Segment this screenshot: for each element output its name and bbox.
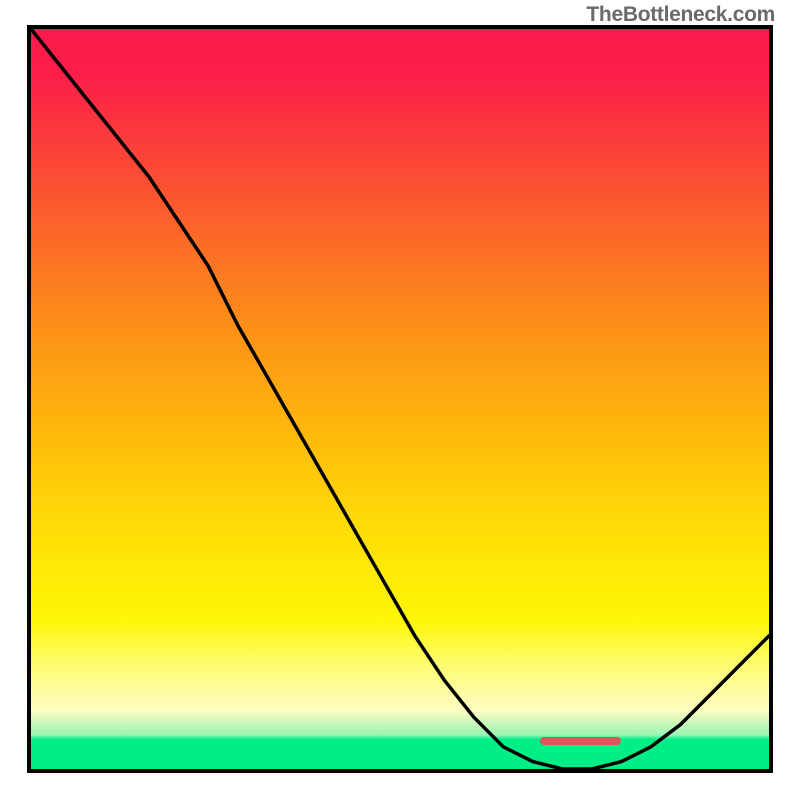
attribution-label: TheBottleneck.com bbox=[586, 3, 775, 27]
chart-frame bbox=[27, 25, 773, 773]
bottleneck-curve bbox=[31, 29, 769, 769]
optimal-range-marker bbox=[540, 737, 621, 745]
